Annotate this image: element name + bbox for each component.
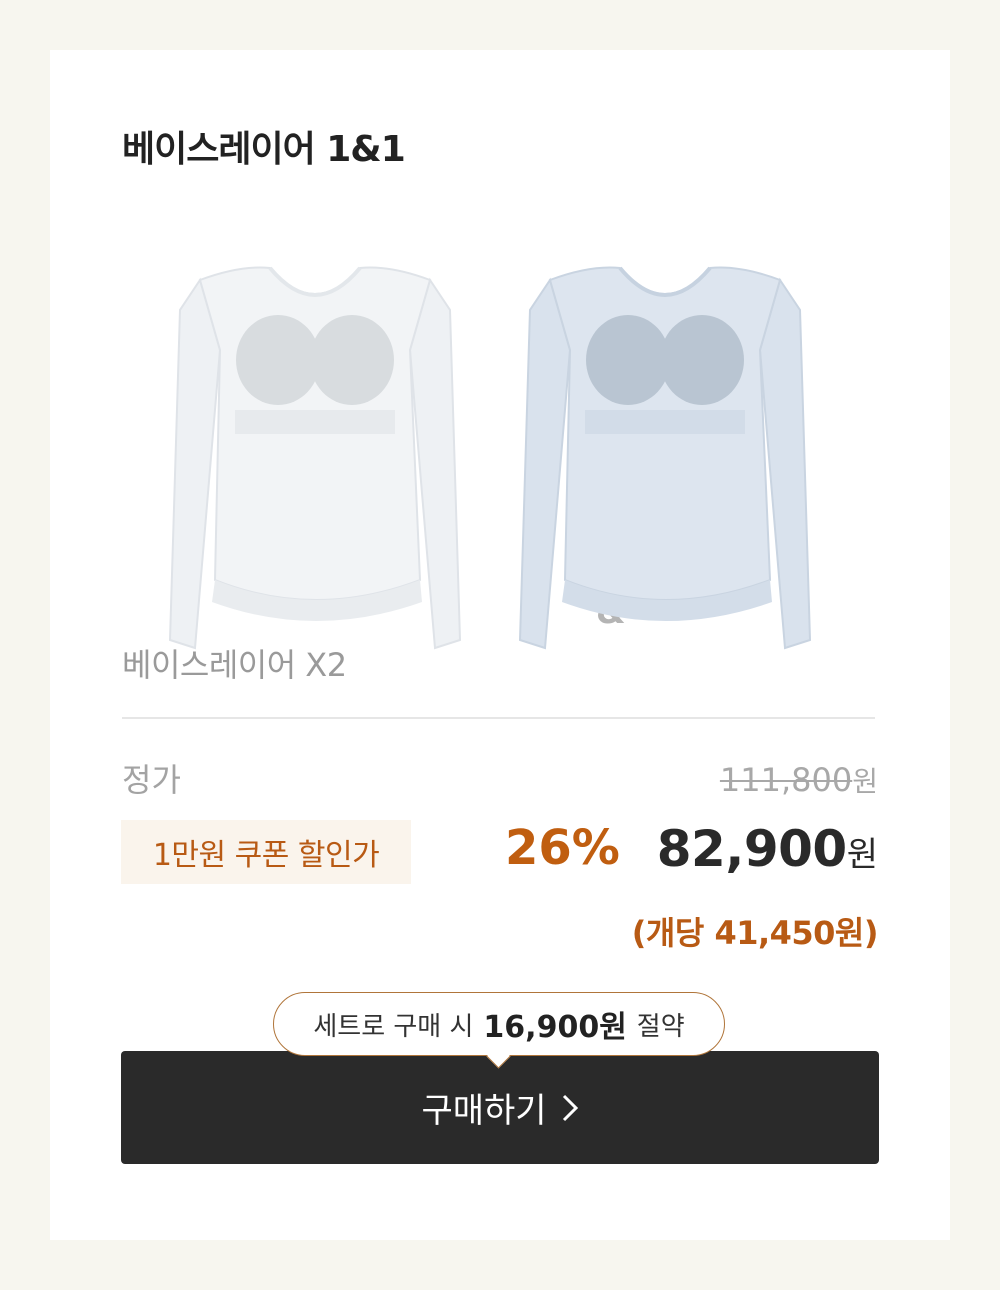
blue-baselayer-top-image [518,266,812,650]
savings-prefix: 세트로 구매 시 [313,1011,474,1042]
coupon-price-badge: 1만원 쿠폰 할인가 [121,820,411,884]
per-item-price: (개당 41,450원) [631,914,879,952]
white-baselayer-top-image [168,266,462,650]
product-title: 베이스레이어 1&1 [122,129,406,170]
sale-price: 82,900원 [657,820,878,878]
discount-rate: 26% [505,820,620,876]
regular-price-label: 정가 [122,761,181,799]
product-images: & [160,210,860,660]
regular-price: 111,800원 [720,760,878,800]
savings-suffix: 절약 [636,1011,685,1042]
regular-price-value: 111,800 [719,761,853,799]
buy-button[interactable]: 구매하기 [121,1051,879,1164]
regular-price-unit: 원 [852,765,878,798]
buy-button-label: 구매하기 [421,1091,547,1131]
product-subtitle: 베이스레이어 X2 [122,646,347,684]
savings-amount: 16,900원 [483,1010,627,1045]
chevron-right-icon [562,1094,578,1121]
sale-price-unit: 원 [846,835,878,875]
product-card: 베이스레이어 1&1 & [50,50,950,1240]
sale-price-value: 82,900 [656,820,847,878]
divider [122,717,875,719]
